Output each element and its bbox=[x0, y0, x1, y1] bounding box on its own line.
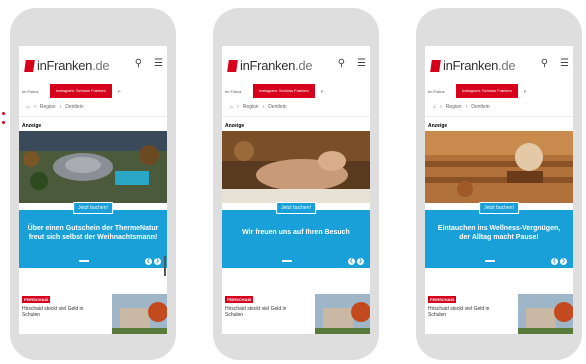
logo-text: inFranken.de bbox=[240, 58, 313, 73]
phone-frame-2: inFranken.de ⚲ ☰ Im Fokus Instagram: Sch… bbox=[213, 8, 379, 360]
breadcrumb-separator: › bbox=[262, 104, 265, 110]
site-logo[interactable]: inFranken.de bbox=[227, 58, 313, 73]
nav-item-im-fokus[interactable]: Im Fokus bbox=[19, 89, 50, 94]
home-icon[interactable]: ⌂ bbox=[27, 104, 30, 110]
decor-dots bbox=[0, 112, 5, 130]
nav-item-more[interactable]: P bbox=[518, 89, 527, 94]
news-teaser[interactable]: FEIRSCHAID Hirschaid steckt viel Geld in… bbox=[19, 294, 167, 334]
breadcrumb-region[interactable]: Region bbox=[446, 104, 462, 110]
news-teaser[interactable]: FEIRSCHAID Hirschaid steckt viel Geld in… bbox=[222, 294, 370, 334]
ad-cta-panel[interactable]: Jetzt buchen! Wir freuen uns auf Ihren B… bbox=[222, 202, 370, 268]
phone-screen-1: inFranken.de ⚲ ☰ Im Fokus Instagram: Sch… bbox=[19, 46, 167, 334]
home-icon[interactable]: ⌂ bbox=[433, 104, 436, 110]
ad-cta-panel[interactable]: Jetzt buchen! Über einen Gutschein der T… bbox=[19, 202, 167, 268]
prev-arrow-icon[interactable]: ❮ bbox=[145, 258, 152, 265]
next-arrow-icon[interactable]: ❯ bbox=[154, 258, 161, 265]
scrollbar[interactable] bbox=[164, 256, 166, 276]
site-header: inFranken.de ⚲ ☰ bbox=[222, 46, 370, 84]
ad-hero-image[interactable] bbox=[425, 131, 573, 203]
news-thumbnail[interactable] bbox=[518, 294, 573, 334]
menu-icon[interactable]: ☰ bbox=[357, 58, 366, 70]
carousel-indicator bbox=[282, 260, 292, 262]
site-header: inFranken.de ⚲ ☰ bbox=[425, 46, 573, 84]
news-tag: FEIRSCHAID bbox=[428, 296, 457, 303]
nav-bar: Im Fokus Instagram: Schloss Franken P bbox=[222, 84, 370, 98]
site-header: inFranken.de ⚲ ☰ bbox=[19, 46, 167, 84]
therme-aerial-image bbox=[19, 131, 167, 203]
sauna-image bbox=[425, 131, 573, 203]
nav-item-im-fokus[interactable]: Im Fokus bbox=[425, 89, 456, 94]
book-now-button[interactable]: Jetzt buchen! bbox=[73, 202, 113, 214]
breadcrumb-region[interactable]: Region bbox=[243, 104, 259, 110]
carousel-indicator bbox=[79, 260, 89, 262]
ad-hero-image[interactable] bbox=[19, 131, 167, 203]
phone-screen-3: inFranken.de ⚲ ☰ Im Fokus Instagram: Sch… bbox=[425, 46, 573, 334]
menu-icon[interactable]: ☰ bbox=[560, 58, 569, 70]
logo-mark-icon bbox=[430, 59, 441, 72]
breadcrumb-separator: › bbox=[465, 104, 468, 110]
news-headline[interactable]: Hirschaid steckt viel Geld in Schulen bbox=[428, 306, 498, 318]
phone-screen-2: inFranken.de ⚲ ☰ Im Fokus Instagram: Sch… bbox=[222, 46, 370, 334]
breadcrumb-separator: › bbox=[34, 104, 36, 110]
next-arrow-icon[interactable]: ❯ bbox=[357, 258, 364, 265]
site-logo[interactable]: inFranken.de bbox=[24, 58, 110, 73]
breadcrumb-separator: › bbox=[59, 104, 62, 110]
news-thumbnail[interactable] bbox=[315, 294, 370, 334]
phone-frame-1: inFranken.de ⚲ ☰ Im Fokus Instagram: Sch… bbox=[10, 8, 176, 360]
breadcrumb-separator: › bbox=[237, 104, 239, 110]
ad-label: Anzeige bbox=[22, 123, 42, 129]
breadcrumb-place[interactable]: Dentlein bbox=[268, 104, 286, 110]
news-headline[interactable]: Hirschaid steckt viel Geld in Schulen bbox=[225, 306, 295, 318]
breadcrumb-separator: › bbox=[440, 104, 442, 110]
ad-hero-image[interactable] bbox=[222, 131, 370, 203]
search-icon[interactable]: ⚲ bbox=[135, 58, 142, 70]
ad-label: Anzeige bbox=[428, 123, 448, 129]
massage-image bbox=[222, 131, 370, 203]
breadcrumb: ⌂ › Region › Dentlein bbox=[425, 98, 573, 117]
nav-item-im-fokus[interactable]: Im Fokus bbox=[222, 89, 253, 94]
logo-mark-icon bbox=[24, 59, 35, 72]
logo-mark-icon bbox=[227, 59, 238, 72]
nav-item-highlight[interactable]: Instagram: Schloss Franken bbox=[456, 84, 518, 98]
news-thumbnail[interactable] bbox=[112, 294, 167, 334]
logo-text: inFranken.de bbox=[37, 58, 110, 73]
carousel-indicator bbox=[485, 260, 495, 262]
nav-bar: Im Fokus Instagram: Schloss Franken P bbox=[425, 84, 573, 98]
news-headline[interactable]: Hirschaid steckt viel Geld in Schulen bbox=[22, 306, 92, 318]
breadcrumb: ⌂ › Region › Dentlein bbox=[222, 98, 370, 117]
ad-label: Anzeige bbox=[225, 123, 245, 129]
ad-cta-text: Über einen Gutschein der ThermeNatur fre… bbox=[27, 225, 159, 241]
ad-cta-panel[interactable]: Jetzt buchen! Eintauchen ins Wellness-Ve… bbox=[425, 202, 573, 268]
ad-cta-text: Eintauchen ins Wellness-Vergnügen, der A… bbox=[437, 225, 561, 241]
phone-frame-3: inFranken.de ⚲ ☰ Im Fokus Instagram: Sch… bbox=[416, 8, 582, 360]
book-now-button[interactable]: Jetzt buchen! bbox=[276, 202, 316, 214]
ad-cta-text: Wir freuen uns auf Ihren Besuch bbox=[242, 229, 350, 236]
search-icon[interactable]: ⚲ bbox=[338, 58, 345, 70]
breadcrumb: ⌂ › Region › Dentlein bbox=[19, 98, 167, 117]
nav-bar: Im Fokus Instagram: Schloss Franken P bbox=[19, 84, 167, 98]
news-tag: FEIRSCHAID bbox=[225, 296, 254, 303]
red-dot bbox=[2, 121, 5, 124]
home-icon[interactable]: ⌂ bbox=[230, 104, 233, 110]
menu-icon[interactable]: ☰ bbox=[154, 58, 163, 70]
breadcrumb-place[interactable]: Dentlein bbox=[65, 104, 83, 110]
breadcrumb-place[interactable]: Dentlein bbox=[471, 104, 489, 110]
prev-arrow-icon[interactable]: ❮ bbox=[551, 258, 558, 265]
breadcrumb-region[interactable]: Region bbox=[40, 104, 56, 110]
nav-item-highlight[interactable]: Instagram: Schloss Franken bbox=[50, 84, 112, 98]
nav-item-highlight[interactable]: Instagram: Schloss Franken bbox=[253, 84, 315, 98]
next-arrow-icon[interactable]: ❯ bbox=[560, 258, 567, 265]
logo-text: inFranken.de bbox=[443, 58, 516, 73]
news-tag: FEIRSCHAID bbox=[22, 296, 51, 303]
news-teaser[interactable]: FEIRSCHAID Hirschaid steckt viel Geld in… bbox=[425, 294, 573, 334]
nav-item-more[interactable]: P bbox=[315, 89, 324, 94]
search-icon[interactable]: ⚲ bbox=[541, 58, 548, 70]
prev-arrow-icon[interactable]: ❮ bbox=[348, 258, 355, 265]
nav-item-more[interactable]: P bbox=[112, 89, 121, 94]
red-dot bbox=[2, 112, 5, 115]
site-logo[interactable]: inFranken.de bbox=[430, 58, 516, 73]
book-now-button[interactable]: Jetzt buchen! bbox=[479, 202, 519, 214]
